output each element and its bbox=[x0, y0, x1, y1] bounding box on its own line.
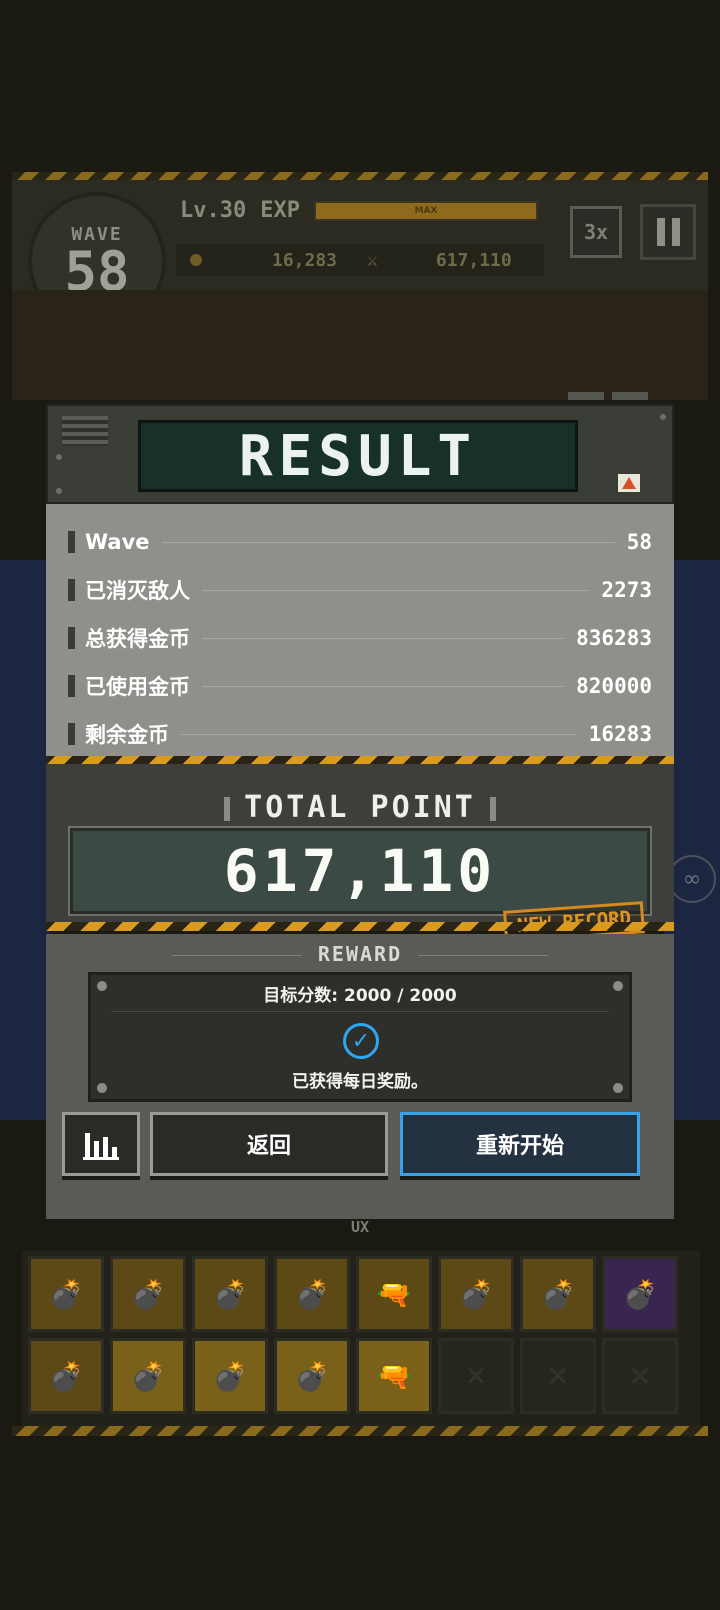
bolt bbox=[56, 488, 62, 494]
stat-label: 总获得金币 bbox=[85, 627, 190, 651]
stat-row-used-gold: 已使用金币 820000 bbox=[68, 662, 652, 710]
shotgun-slot[interactable]: 🔫 bbox=[356, 1338, 432, 1414]
leader-line bbox=[181, 733, 577, 735]
swords-icon: ⚔ bbox=[367, 249, 378, 271]
divider bbox=[111, 1011, 609, 1012]
grenade-slot[interactable]: 💣 bbox=[28, 1338, 104, 1414]
grenade-slot[interactable]: 💣 bbox=[192, 1338, 268, 1414]
bolt bbox=[660, 414, 666, 420]
battlefield-left bbox=[0, 560, 50, 1120]
total-point-title: TOTAL POINT bbox=[46, 790, 674, 825]
bar-chart-icon bbox=[83, 1129, 119, 1160]
speed-button[interactable]: 3x bbox=[570, 206, 622, 258]
stat-value: 820000 bbox=[576, 674, 652, 698]
brick-wall bbox=[12, 290, 708, 400]
grenade-slot[interactable]: 💣 bbox=[192, 1256, 268, 1332]
stat-value: 836283 bbox=[576, 626, 652, 650]
empty-slot[interactable]: ✕ bbox=[438, 1338, 514, 1414]
reward-section: REWARD 目标分数: 2000 / 2000 ✓ 已获得每日奖励。 返回 重… bbox=[46, 934, 674, 1219]
restart-button[interactable]: 重新开始 bbox=[400, 1112, 640, 1176]
row-marker bbox=[68, 723, 75, 745]
check-icon: ✓ bbox=[343, 1023, 379, 1059]
total-point-value: 617,110 bbox=[68, 826, 652, 916]
stats-list: Wave 58 已消灭敌人 2273 总获得金币 836283 已使用金币 82… bbox=[46, 504, 674, 759]
stat-value: 16283 bbox=[588, 722, 652, 746]
top-shade bbox=[0, 0, 720, 170]
stat-label: 剩余金币 bbox=[85, 723, 169, 747]
coin-count: 16,283 bbox=[272, 249, 338, 271]
exp-bar: MAX bbox=[313, 200, 538, 221]
grenade-slot[interactable]: 💣 bbox=[438, 1256, 514, 1332]
revolver-slot[interactable]: 🔫 bbox=[356, 1256, 432, 1332]
resource-row: 16,283 ⚔ 617,110 bbox=[176, 244, 544, 276]
stat-row-total-gold: 总获得金币 836283 bbox=[68, 614, 652, 662]
daily-reward-claimed: 已获得每日奖励。 bbox=[292, 1072, 428, 1092]
stats-button[interactable] bbox=[62, 1112, 140, 1176]
row-marker bbox=[68, 579, 75, 601]
ux-label: UX bbox=[350, 1218, 370, 1236]
infinity-icon: ∞ bbox=[668, 855, 716, 903]
leader-line bbox=[161, 541, 615, 543]
row-marker bbox=[68, 531, 75, 553]
target-score: 目标分数: 2000 / 2000 bbox=[263, 986, 457, 1006]
tab-handles bbox=[568, 392, 648, 400]
grenade-slot[interactable]: 💣 bbox=[602, 1256, 678, 1332]
hazard-stripe bbox=[46, 922, 674, 931]
stat-label: 已使用金币 bbox=[85, 675, 190, 699]
row-marker bbox=[68, 627, 75, 649]
level-row: Lv.30 EXP MAX bbox=[180, 198, 538, 223]
hazard-stripe-bottom bbox=[12, 1426, 708, 1436]
row-marker bbox=[68, 675, 75, 697]
back-button[interactable]: 返回 bbox=[150, 1112, 388, 1176]
stat-label: Wave bbox=[85, 530, 150, 554]
stat-row-wave: Wave 58 bbox=[68, 518, 652, 566]
empty-slot[interactable]: ✕ bbox=[520, 1338, 596, 1414]
reward-title: REWARD bbox=[46, 942, 674, 966]
stat-row-remaining-gold: 剩余金币 16283 bbox=[68, 710, 652, 758]
points-count: 617,110 bbox=[435, 249, 512, 271]
grenade-slot[interactable]: 💣 bbox=[110, 1256, 186, 1332]
grenade-slot[interactable]: 💣 bbox=[520, 1256, 596, 1332]
coin-icon bbox=[190, 254, 202, 266]
pause-button[interactable] bbox=[640, 204, 696, 260]
result-title: RESULT bbox=[138, 420, 578, 492]
grenade-slot[interactable]: 💣 bbox=[28, 1256, 104, 1332]
stat-value: 58 bbox=[626, 530, 652, 554]
stat-row-enemies: 已消灭敌人 2273 bbox=[68, 566, 652, 614]
empty-slot[interactable]: ✕ bbox=[602, 1338, 678, 1414]
exp-label: EXP bbox=[260, 198, 300, 223]
bottom-shade bbox=[0, 1440, 720, 1610]
grenade-slot[interactable]: 💣 bbox=[274, 1338, 350, 1414]
exp-max-label: MAX bbox=[414, 205, 438, 216]
bolt bbox=[56, 454, 62, 460]
grenade-slot[interactable]: 💣 bbox=[110, 1338, 186, 1414]
inventory: 💣 💣 💣 💣 🔫 💣 💣 💣 💣 💣 💣 💣 🔫 ✕ ✕ ✕ bbox=[22, 1250, 700, 1436]
vent bbox=[62, 416, 108, 446]
stat-value: 2273 bbox=[601, 578, 652, 602]
result-header: RESULT bbox=[46, 404, 674, 504]
leader-line bbox=[202, 637, 565, 639]
total-point-section: TOTAL POINT 617,110 bbox=[46, 764, 674, 926]
pause-icon-bar bbox=[671, 218, 680, 246]
reward-box: 目标分数: 2000 / 2000 ✓ 已获得每日奖励。 bbox=[88, 972, 632, 1102]
result-panel: RESULT Wave 58 已消灭敌人 2273 总获得金币 836283 已… bbox=[46, 404, 674, 1219]
level-text: Lv.30 bbox=[180, 198, 247, 223]
pause-icon bbox=[656, 218, 665, 246]
leader-line bbox=[202, 685, 565, 687]
grenade-slot[interactable]: 💣 bbox=[274, 1256, 350, 1332]
stat-label: 已消灭敌人 bbox=[85, 579, 190, 603]
leader-line bbox=[202, 589, 590, 591]
warning-icon bbox=[618, 474, 640, 492]
